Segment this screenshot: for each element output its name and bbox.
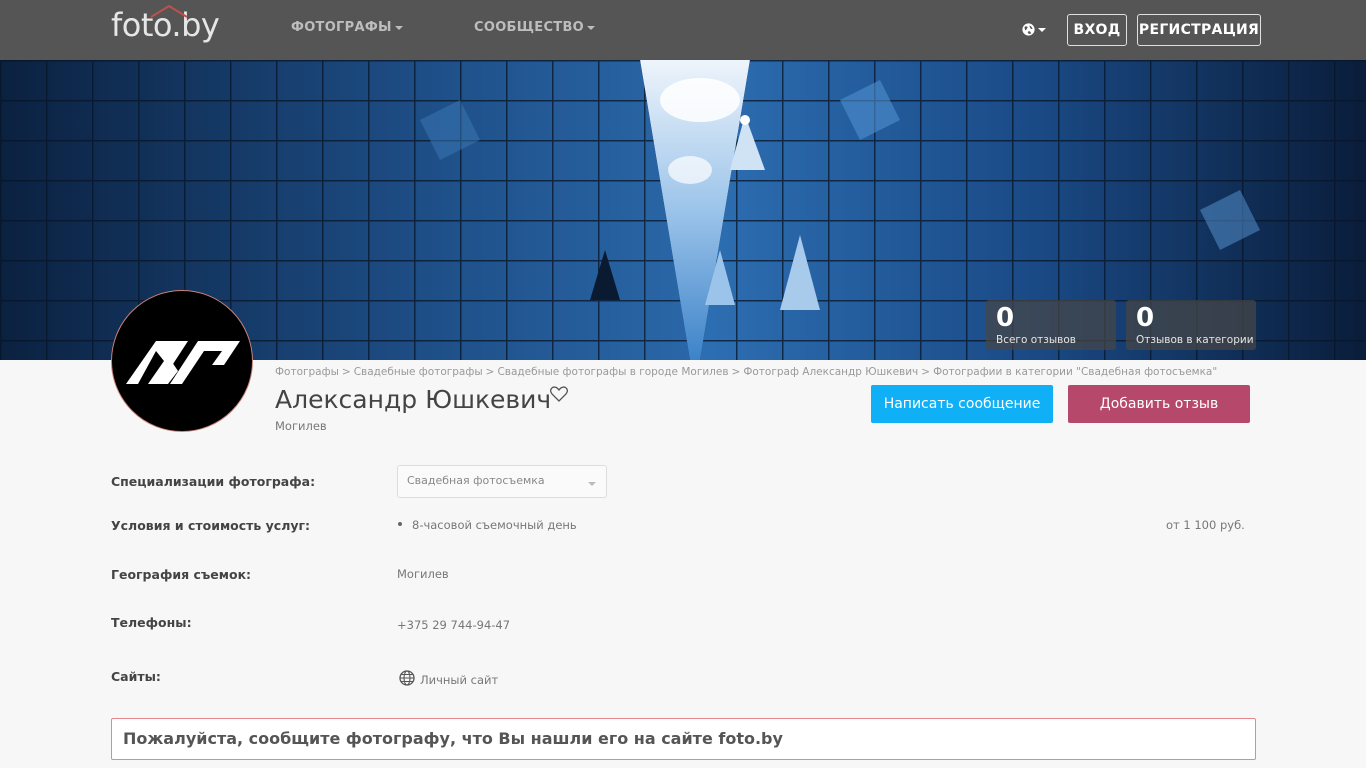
terms-label: Условия и стоимость услуг: xyxy=(111,518,311,533)
stat-category-reviews-label: Отзывов в категории xyxy=(1136,334,1254,346)
breadcrumb-item[interactable]: Фотографы xyxy=(275,366,339,378)
chevron-down-icon xyxy=(394,25,403,30)
heart-icon[interactable] xyxy=(550,386,568,402)
stat-category-reviews-value: 0 xyxy=(1136,303,1155,333)
chevron-down-icon xyxy=(1038,28,1046,32)
stat-total-reviews-label: Всего отзывов xyxy=(996,334,1076,346)
nav-community[interactable]: СООБЩЕСТВО xyxy=(474,20,596,35)
avatar[interactable] xyxy=(111,290,253,432)
globe-icon xyxy=(1022,23,1035,36)
terms-item: 8-часовой съемочный день xyxy=(412,518,577,532)
breadcrumb-item[interactable]: Фотограф Александр Юшкевич xyxy=(743,366,918,378)
breadcrumb-item[interactable]: Фотографии в категории "Свадебная фотосъ… xyxy=(933,366,1217,378)
notice-banner: Пожалуйста, сообщите фотографу, что Вы н… xyxy=(111,718,1256,760)
globe-icon xyxy=(399,670,415,686)
avatar-logo-icon xyxy=(126,341,240,384)
stat-total-reviews: 0 Всего отзывов xyxy=(986,300,1116,350)
personal-site-link[interactable]: Личный сайт xyxy=(420,673,498,687)
chevron-down-icon xyxy=(588,482,596,486)
phone-number[interactable]: +375 29 744-94-47 xyxy=(397,618,510,632)
geography-value: Могилев xyxy=(397,567,449,581)
breadcrumb: Фотографы > Свадебные фотографы > Свадебные … xyxy=(275,366,1218,378)
geography-label: География съемок: xyxy=(111,567,252,582)
phones-label: Телефоны: xyxy=(111,615,192,630)
stat-total-reviews-value: 0 xyxy=(996,303,1015,333)
top-navbar: foto.by ФОТОГРАФЫ СООБЩЕСТВО ВХОД РЕГИСТ… xyxy=(0,0,1366,60)
specialization-select[interactable]: Свадебная фотосъемка xyxy=(397,465,607,498)
bullet-icon xyxy=(398,522,402,526)
specializations-label: Специализации фотографа: xyxy=(111,474,316,489)
login-button[interactable]: ВХОД xyxy=(1067,14,1127,46)
specialization-selected: Свадебная фотосъемка xyxy=(407,474,545,487)
chevron-down-icon xyxy=(587,25,596,30)
breadcrumb-item[interactable]: Свадебные фотографы в городе Могилев xyxy=(497,366,728,378)
photographer-name: Александр Юшкевич xyxy=(275,385,552,414)
language-button[interactable] xyxy=(1022,21,1048,39)
add-review-button[interactable]: Добавить отзыв xyxy=(1068,385,1250,423)
nav-photographers[interactable]: ФОТОГРАФЫ xyxy=(291,20,403,35)
logo-roof-icon xyxy=(150,4,188,18)
send-message-button[interactable]: Написать сообщение xyxy=(871,385,1053,423)
terms-price: от 1 100 руб. xyxy=(1166,518,1245,532)
nav-community-label: СООБЩЕСТВО xyxy=(474,20,585,35)
sites-label: Сайты: xyxy=(111,669,161,684)
photographer-city: Могилев xyxy=(275,419,327,433)
nav-photographers-label: ФОТОГРАФЫ xyxy=(291,20,392,35)
stat-category-reviews: 0 Отзывов в категории xyxy=(1126,300,1256,350)
breadcrumb-item[interactable]: Свадебные фотографы xyxy=(354,366,483,378)
register-button[interactable]: РЕГИСТРАЦИЯ xyxy=(1137,14,1261,46)
